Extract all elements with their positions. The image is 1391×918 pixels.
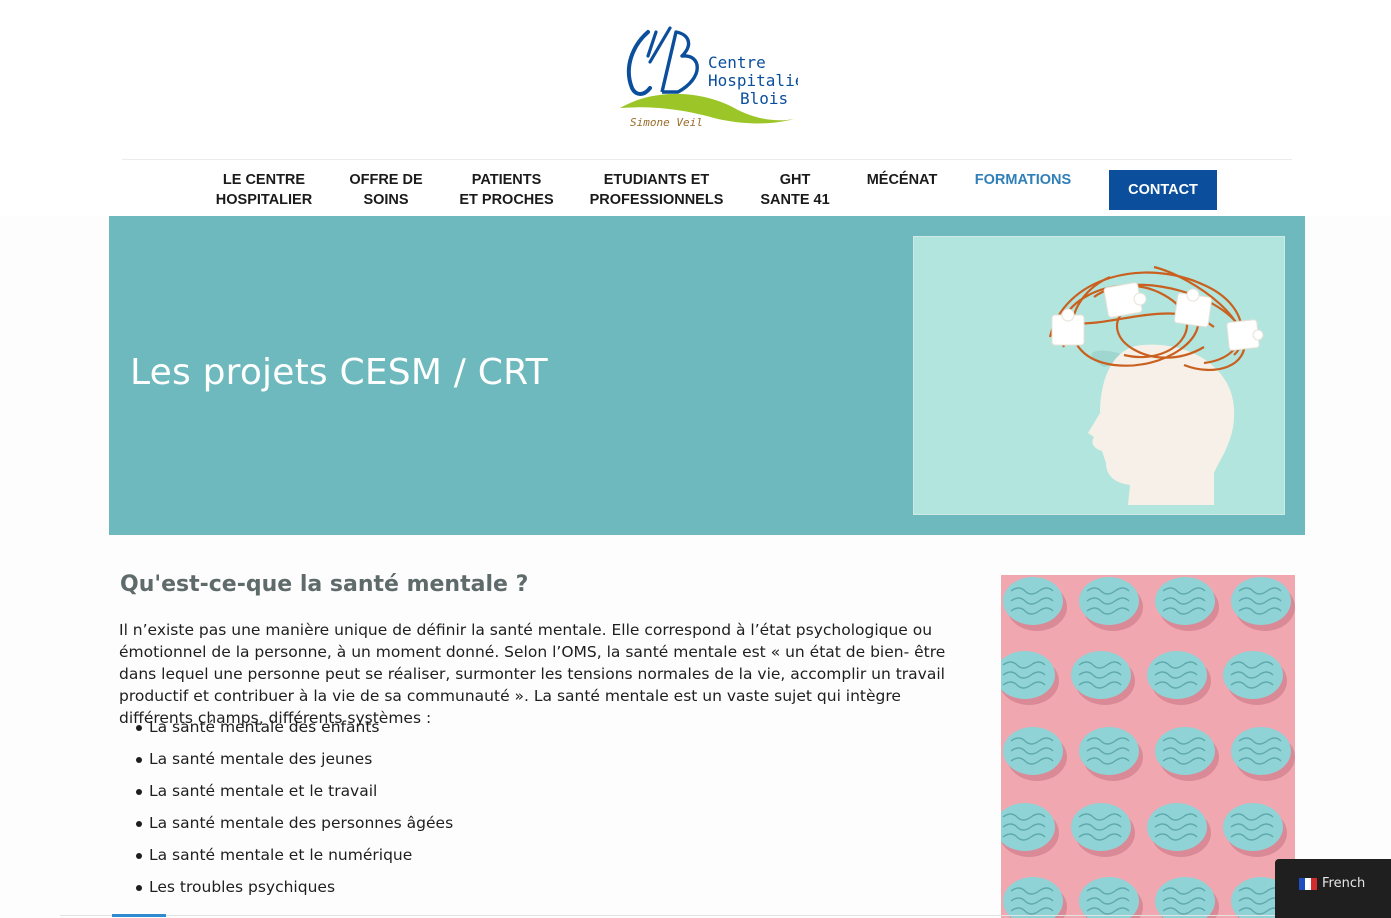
nav-item-ght-sante-41[interactable]: GHT SANTE 41	[755, 170, 835, 210]
page-title: Les projets CESM / CRT	[130, 352, 548, 393]
intro-paragraph: Il n’existe pas une manière unique de dé…	[119, 621, 946, 727]
list-item: La santé mentale des enfants	[119, 716, 819, 748]
hero-image	[913, 236, 1285, 515]
logo-line1: Centre	[708, 53, 766, 72]
nav-item-etudiants-et-professionnels[interactable]: ETUDIANTS ET PROFESSIONNELS	[588, 170, 725, 210]
footer-divider	[60, 915, 1275, 916]
nav-item-formations[interactable]: FORMATIONS	[972, 170, 1074, 190]
list-item: La santé mentale et le numérique	[119, 844, 819, 876]
section-heading: Qu'est-ce-que la santé mentale ?	[120, 572, 529, 597]
nav-item-offre-de-soins[interactable]: OFFRE DE SOINS	[339, 170, 433, 210]
side-image	[1001, 575, 1295, 918]
footer-accent	[112, 914, 166, 917]
logo-signature: Simone Veil	[630, 116, 703, 129]
head-puzzle-icon	[914, 237, 1284, 514]
contact-button[interactable]: CONTACT	[1109, 170, 1217, 210]
nav-item-mecenat[interactable]: MÉCÉNAT	[862, 170, 942, 190]
nav-item-patients-et-proches[interactable]: PATIENTS ET PROCHES	[456, 170, 557, 210]
list-item: La santé mentale des personnes âgées	[119, 812, 819, 844]
list-item: Les troubles psychiques	[119, 876, 819, 908]
french-flag-icon	[1299, 878, 1317, 890]
hero-banner: Les projets CESM / CRT	[109, 216, 1305, 535]
chb-logo-icon: Centre Hospitalier Blois Simone Veil	[620, 26, 798, 129]
list-item: La santé mentale des jeunes	[119, 748, 819, 780]
site-logo[interactable]: Centre Hospitalier Blois Simone Veil	[618, 26, 798, 134]
main-navigation: LE CENTRE HOSPITALIER OFFRE DE SOINS PAT…	[0, 170, 1391, 216]
nav-item-le-centre-hospitalier[interactable]: LE CENTRE HOSPITALIER	[212, 170, 316, 210]
brains-pattern-icon	[1001, 575, 1295, 918]
site-header: Centre Hospitalier Blois Simone Veil LE …	[0, 0, 1391, 216]
header-divider	[122, 159, 1292, 160]
language-switcher[interactable]: French	[1275, 859, 1391, 918]
logo-line3: Blois	[740, 89, 788, 108]
topics-list: La santé mentale des enfants La santé me…	[119, 716, 819, 908]
logo-line2: Hospitalier	[708, 71, 798, 90]
list-item: La santé mentale et le travail	[119, 780, 819, 812]
language-label: French	[1322, 876, 1366, 891]
